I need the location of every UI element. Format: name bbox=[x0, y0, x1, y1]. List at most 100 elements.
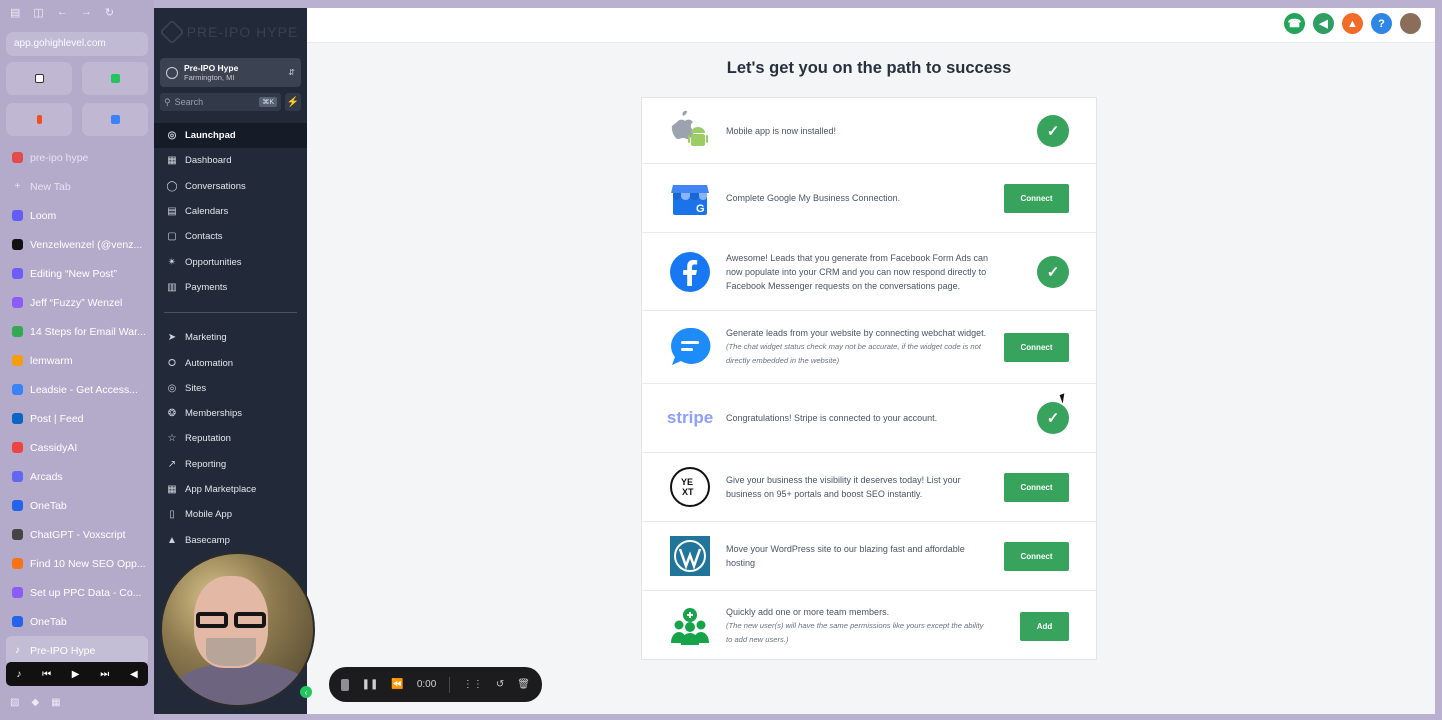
media-control-button[interactable]: ♪ bbox=[16, 669, 21, 680]
nav-item-label: Marketing bbox=[185, 332, 227, 344]
archive-icon[interactable]: ▧ bbox=[10, 697, 19, 708]
add-team-members-button[interactable]: Add bbox=[1020, 611, 1069, 641]
quick-actions-button[interactable]: ⚡ bbox=[285, 93, 301, 111]
browser-tab[interactable]: Set up PPC Data - Co... bbox=[6, 578, 148, 607]
tab-favicon-icon bbox=[12, 616, 23, 627]
nav-item-dashboard[interactable]: ▦ Dashboard bbox=[154, 148, 307, 173]
nav-item-automation[interactable]: ⭘ Automation bbox=[154, 350, 307, 375]
media-control-button[interactable]: ⏮ bbox=[42, 669, 51, 680]
nav-search-input[interactable]: ⚲ Search ⌘K bbox=[160, 93, 281, 111]
megaphone-icon[interactable]: ◀ bbox=[1313, 13, 1334, 34]
nav-item-opportunities[interactable]: ✴ Opportunities bbox=[154, 249, 307, 274]
help-icon[interactable]: ? bbox=[1371, 13, 1392, 34]
browser-tab[interactable]: Find 10 New SEO Opp... bbox=[6, 549, 148, 578]
browser-tab[interactable]: + New Tab bbox=[6, 172, 148, 201]
logo-icon bbox=[158, 19, 185, 45]
browser-tab-label: OneTab bbox=[30, 499, 67, 512]
pinned-favorites bbox=[6, 62, 148, 136]
nav-item-conversations[interactable]: ◯ Conversations bbox=[154, 174, 307, 199]
google-my-business-logo-icon: G bbox=[669, 177, 711, 219]
nav-divider bbox=[164, 312, 297, 314]
connect-yext-button[interactable]: Connect bbox=[1004, 472, 1069, 502]
browser-toolbar-icon[interactable]: → bbox=[81, 6, 92, 19]
library-icon[interactable]: ▦ bbox=[51, 697, 60, 708]
connect-google-my-business-button[interactable]: Connect bbox=[1004, 183, 1069, 213]
browser-tab[interactable]: Editing “New Post” bbox=[6, 259, 148, 288]
step-text: Move your WordPress site to our blazing … bbox=[726, 544, 965, 568]
nav-item-memberships[interactable]: ❂ Memberships bbox=[154, 401, 307, 426]
extension-icon[interactable]: ◆ bbox=[31, 697, 39, 708]
browser-tab[interactable]: Jeff “Fuzzy” Wenzel bbox=[6, 288, 148, 317]
browser-tab[interactable]: pre-ipo hype bbox=[6, 143, 148, 172]
browser-tab[interactable]: Arcads bbox=[6, 462, 148, 491]
nav-item-contacts[interactable]: ▢ Contacts bbox=[154, 224, 307, 249]
tab-favicon-icon bbox=[12, 442, 23, 453]
browser-toolbar-icon[interactable]: ↻ bbox=[105, 6, 114, 19]
phone-icon[interactable]: ☎ bbox=[1284, 13, 1305, 34]
rewind-icon[interactable]: ⏪ bbox=[391, 679, 403, 690]
nav-item-payments[interactable]: ▥ Payments bbox=[154, 275, 307, 300]
bell-icon[interactable]: ▲ bbox=[1342, 13, 1363, 34]
pause-button[interactable]: ❚❚ bbox=[362, 679, 379, 690]
recording-controls: ❚❚ ⏪ 0:00 ⋮⋮ ↺ 🗑 bbox=[329, 667, 542, 702]
tab-favicon-icon bbox=[12, 413, 23, 424]
browser-tab[interactable]: OneTab bbox=[6, 607, 148, 636]
nav-item-mobile-app[interactable]: ▯ Mobile App bbox=[154, 502, 307, 527]
trash-icon[interactable]: 🗑 bbox=[517, 679, 530, 690]
browser-tab[interactable]: OneTab bbox=[6, 491, 148, 520]
restart-icon[interactable]: ↺ bbox=[496, 679, 504, 690]
step-row-stripe: stripe Congratulations! Stripe is connect… bbox=[642, 384, 1096, 453]
nav-item-basecamp[interactable]: ▲ Basecamp bbox=[154, 527, 307, 552]
pinned-tab-4[interactable] bbox=[82, 103, 148, 136]
wordpress-logo-icon bbox=[669, 535, 711, 577]
nav-item-sites[interactable]: ◎ Sites bbox=[154, 376, 307, 401]
pinned-tab-1[interactable] bbox=[6, 62, 72, 95]
media-control-button[interactable]: ⏭ bbox=[100, 669, 109, 680]
browser-tab[interactable]: Loom bbox=[6, 201, 148, 230]
tab-favicon-icon bbox=[12, 355, 23, 366]
browser-tab[interactable]: 14 Steps for Email War... bbox=[6, 317, 148, 346]
onboarding-steps-card: Mobile app is now installed! ✓ G Complete G… bbox=[641, 97, 1097, 660]
nav-item-label: Opportunities bbox=[185, 256, 242, 268]
connect-wordpress-button[interactable]: Connect bbox=[1004, 541, 1069, 571]
browser-tab[interactable]: ChatGPT - Voxscript bbox=[6, 520, 148, 549]
top-header: ☎ ◀ ▲? bbox=[307, 8, 1435, 43]
grid-icon[interactable]: ⋮⋮ bbox=[463, 679, 483, 690]
browser-tab[interactable]: Leadsie - Get Access... bbox=[6, 375, 148, 404]
connect-webchat-widget-button[interactable]: Connect bbox=[1004, 332, 1069, 362]
nav-item-reporting[interactable]: ↗ Reporting bbox=[154, 452, 307, 477]
url-bar[interactable]: app.gohighlevel.com bbox=[6, 32, 148, 56]
browser-toolbar-icon[interactable]: ← bbox=[57, 6, 68, 19]
browser-tab[interactable]: ♪ Pre-IPO Hype bbox=[6, 636, 148, 665]
media-control-button[interactable]: ▶ bbox=[72, 669, 80, 680]
browser-tab[interactable]: Venzelwenzel (@venz... bbox=[6, 230, 148, 259]
nav-item-reputation[interactable]: ☆ Reputation bbox=[154, 426, 307, 451]
recording-time: 0:00 bbox=[416, 679, 437, 690]
calendars-icon: ▤ bbox=[167, 206, 177, 218]
browser-toolbar-icon[interactable]: ◫ bbox=[33, 6, 43, 19]
step-row-facebook-form-ads: Awesome! Leads that you generate from Fa… bbox=[642, 233, 1096, 311]
browser-tab[interactable]: CassidyAI bbox=[6, 433, 148, 462]
tab-favicon-icon bbox=[12, 384, 23, 395]
nav-item-marketing[interactable]: ➤ Marketing bbox=[154, 325, 307, 350]
browser-tab[interactable]: Post | Feed bbox=[6, 404, 148, 433]
pinned-tab-3[interactable] bbox=[6, 103, 72, 136]
step-description: Awesome! Leads that you generate from Fa… bbox=[726, 251, 991, 293]
nav-item-label: Automation bbox=[185, 357, 234, 369]
browser-tab[interactable]: lemwarm bbox=[6, 346, 148, 375]
avatar[interactable] bbox=[1400, 13, 1421, 34]
pinned-tab-2[interactable] bbox=[82, 62, 148, 95]
camera-toggle-icon[interactable]: ‹ bbox=[300, 686, 312, 698]
conversations-icon: ◯ bbox=[166, 180, 178, 192]
dashboard-icon: ▦ bbox=[167, 155, 177, 167]
browser-tab-label: Venzelwenzel (@venz... bbox=[30, 238, 143, 251]
media-control-button[interactable]: ◀ bbox=[130, 669, 138, 680]
stop-recording-button[interactable] bbox=[341, 678, 349, 691]
nav-item-launchpad[interactable]: ◎ Launchpad bbox=[154, 123, 307, 149]
nav-item-app-marketplace[interactable]: ▦ App Marketplace bbox=[154, 477, 307, 502]
nav-item-calendars[interactable]: ▤ Calendars bbox=[154, 199, 307, 224]
account-switcher[interactable]: Pre-IPO Hype Farmington, MI ⇵ bbox=[160, 58, 301, 87]
browser-toolbar-icon[interactable]: ▤ bbox=[10, 6, 20, 19]
webcam-overlay[interactable] bbox=[160, 552, 315, 707]
media-controls: ♪ ⏮ ▶ ⏭ ◀ bbox=[6, 662, 148, 686]
